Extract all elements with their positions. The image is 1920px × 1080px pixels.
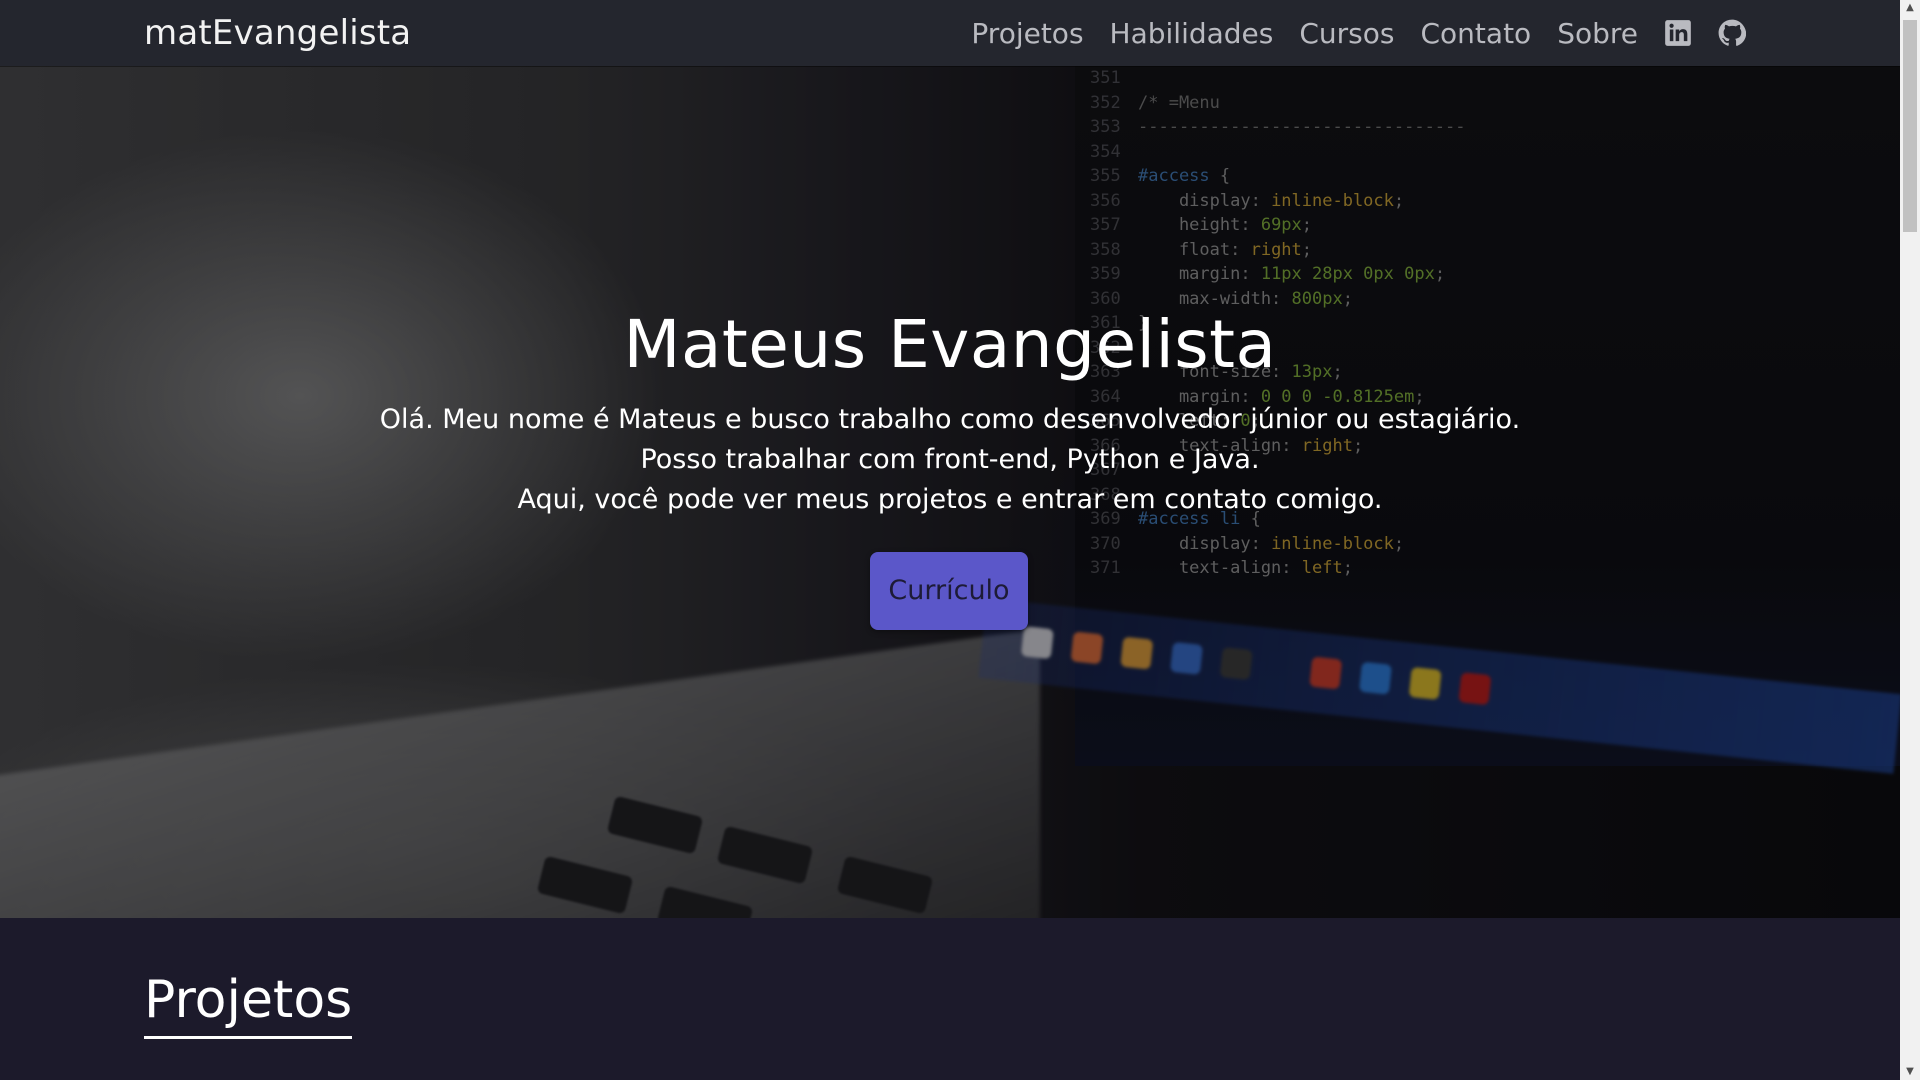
hero-intro-line-1: Olá. Meu nome é Mateus e busco trabalho … bbox=[379, 404, 1521, 435]
projects-section: Projetos bbox=[0, 918, 1900, 1080]
nav-link-contato[interactable]: Contato bbox=[1421, 17, 1532, 50]
hero-title: Mateus Evangelista bbox=[623, 306, 1277, 383]
page-scrollbar[interactable]: ▲ ▼ bbox=[1900, 0, 1920, 1080]
hero-intro-line-3: Aqui, você pode ver meus projetos e entr… bbox=[517, 484, 1383, 515]
hero-content: Mateus Evangelista Olá. Meu nome é Mateu… bbox=[0, 66, 1900, 918]
nav-link-sobre[interactable]: Sobre bbox=[1557, 17, 1638, 50]
linkedin-icon[interactable] bbox=[1664, 19, 1692, 47]
hero-section: 351 352/* =Menu 353 ---------------------… bbox=[0, 66, 1900, 918]
scroll-down-arrow-icon[interactable]: ▼ bbox=[1900, 1064, 1920, 1080]
hero-intro: Olá. Meu nome é Mateus e busco trabalho … bbox=[0, 400, 1900, 520]
nav-links: Projetos Habilidades Cursos Contato Sobr… bbox=[971, 0, 1746, 66]
nav-link-projetos[interactable]: Projetos bbox=[971, 17, 1083, 50]
hero-intro-line-2: Posso trabalhar com front-end, Python e … bbox=[640, 444, 1260, 475]
navbar: matEvangelista Projetos Habilidades Curs… bbox=[0, 0, 1900, 66]
scroll-up-arrow-icon[interactable]: ▲ bbox=[1900, 0, 1920, 16]
nav-link-cursos[interactable]: Cursos bbox=[1299, 17, 1394, 50]
brand-logo[interactable]: matEvangelista bbox=[144, 13, 411, 53]
nav-link-habilidades[interactable]: Habilidades bbox=[1110, 17, 1274, 50]
curriculo-button[interactable]: Currículo bbox=[870, 552, 1028, 630]
github-icon[interactable] bbox=[1718, 19, 1746, 47]
scrollbar-thumb[interactable] bbox=[1903, 20, 1917, 232]
projects-heading: Projetos bbox=[144, 970, 353, 1039]
